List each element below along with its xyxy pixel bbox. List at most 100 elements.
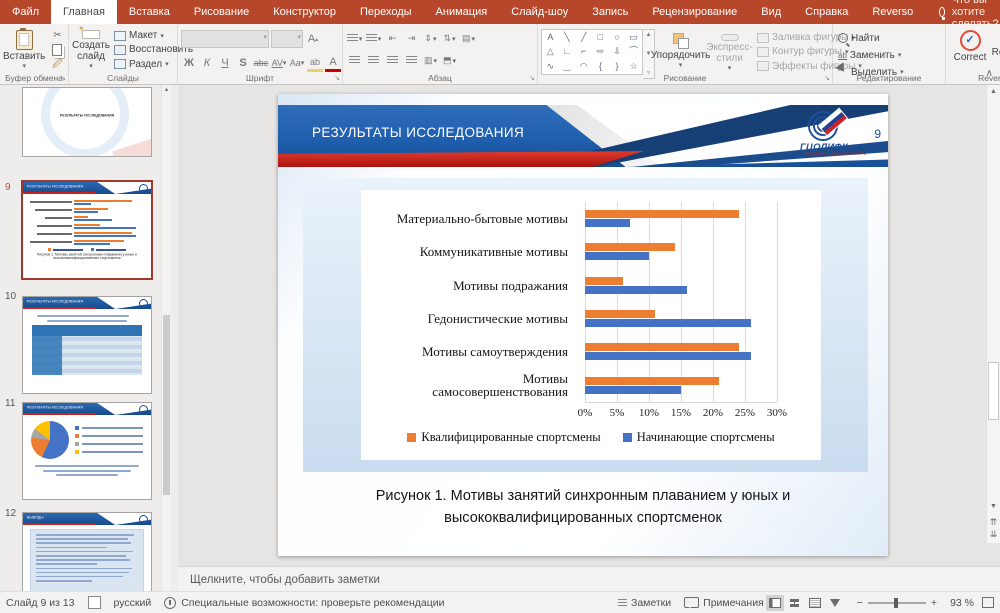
ribbon-tab[interactable]: Запись: [580, 0, 640, 24]
scrollbar-thumb[interactable]: [988, 362, 999, 420]
zoom-slider-thumb[interactable]: [894, 598, 898, 608]
highlight-color-button[interactable]: ab: [307, 54, 323, 72]
columns-button[interactable]: ▥▾: [422, 53, 439, 68]
reading-view-button[interactable]: [806, 595, 824, 611]
notes-toggle[interactable]: Заметки: [618, 597, 671, 609]
scrollbar-thumb[interactable]: [163, 315, 170, 495]
slide-thumbnail-12[interactable]: ВЫВОДЫ: [22, 512, 152, 592]
reverso-correct-button[interactable]: ✓ Correct: [949, 27, 991, 71]
ribbon-tab[interactable]: Reverso: [860, 0, 925, 24]
strikethrough-button[interactable]: abc: [253, 56, 269, 71]
character-spacing-button[interactable]: AV▾: [271, 56, 287, 71]
reverso-rephraser-button[interactable]: Rephraser: [993, 27, 1000, 71]
figure-caption[interactable]: Рисунок 1. Мотивы занятий синхронным пла…: [333, 486, 833, 530]
shape-glyph-icon[interactable]: ‿: [563, 62, 570, 71]
ribbon-tab[interactable]: Анимация: [424, 0, 500, 24]
shape-glyph-icon[interactable]: ☆: [630, 62, 638, 71]
format-painter-button[interactable]: 🖉: [47, 59, 67, 72]
collapse-ribbon-button[interactable]: ∧: [986, 68, 993, 79]
new-slide-button[interactable]: Создать слайд ▾: [72, 27, 110, 71]
arrange-button[interactable]: Упорядочить ▾: [657, 29, 704, 73]
ribbon-tab[interactable]: Рисование: [182, 0, 261, 24]
thumbnail-panel-scrollbar[interactable]: ▲: [161, 85, 171, 592]
italic-button[interactable]: К: [199, 56, 215, 71]
slideshow-button[interactable]: [826, 595, 844, 611]
previous-slide-button[interactable]: ⇈: [987, 517, 1000, 528]
shadow-button[interactable]: S: [235, 56, 251, 71]
accessibility-status[interactable]: Специальные возможности: проверьте реком…: [181, 597, 444, 609]
normal-view-button[interactable]: [766, 595, 784, 611]
shape-glyph-icon[interactable]: ▭: [629, 33, 638, 42]
fit-slide-to-window-button[interactable]: [982, 597, 994, 608]
ribbon-tab[interactable]: Конструктор: [261, 0, 348, 24]
convert-smartart-button[interactable]: ⬒▾: [441, 53, 458, 68]
ribbon-tab[interactable]: Переходы: [348, 0, 424, 24]
scroll-up-icon[interactable]: ▲: [162, 87, 171, 93]
clipboard-dialog-launcher[interactable]: ↘: [60, 74, 66, 82]
slide-thumbnail-8[interactable]: РЕЗУЛЬТАТЫ ИССЛЕДОВАНИЯ: [22, 87, 152, 157]
grow-font-button[interactable]: А▴: [305, 32, 321, 47]
font-size-select[interactable]: [271, 30, 303, 48]
bold-button[interactable]: Ж: [181, 56, 197, 71]
paste-button[interactable]: Вставить ▾: [3, 27, 45, 71]
zoom-in-button[interactable]: +: [931, 597, 937, 609]
slide-thumbnail-10[interactable]: РЕЗУЛЬТАТЫ ИССЛЕДОВАНИЯ: [22, 296, 152, 394]
font-name-select[interactable]: [181, 30, 269, 48]
shape-glyph-icon[interactable]: ╲: [564, 33, 569, 42]
slide-thumbnail-11[interactable]: РЕЗУЛЬТАТЫ ИССЛЕДОВАНИЯ: [22, 402, 152, 500]
shape-glyph-icon[interactable]: ○: [614, 33, 619, 42]
decrease-indent-button[interactable]: ⇤: [384, 31, 401, 46]
bullets-button[interactable]: ▾: [346, 31, 363, 46]
shape-glyph-icon[interactable]: □: [598, 33, 603, 42]
shape-glyph-icon[interactable]: ◠: [580, 62, 588, 71]
quick-styles-button[interactable]: Экспресс-стили ▾: [706, 29, 753, 73]
underline-button[interactable]: Ч: [217, 56, 233, 71]
ribbon-tab[interactable]: Справка: [793, 0, 860, 24]
change-case-button[interactable]: Aa▾: [289, 56, 305, 71]
paragraph-dialog-launcher[interactable]: ↘: [529, 74, 535, 82]
notes-pane[interactable]: Щелкните, чтобы добавить заметки: [178, 566, 1000, 593]
scroll-down-icon[interactable]: ▼: [987, 503, 1000, 510]
numbering-button[interactable]: ▾: [365, 31, 382, 46]
ribbon-tab[interactable]: Слайд-шоу: [499, 0, 580, 24]
text-direction-button[interactable]: ⇅▾: [441, 31, 458, 46]
ribbon-tab[interactable]: Главная: [51, 0, 117, 24]
font-dialog-launcher[interactable]: ↘: [334, 74, 340, 82]
slide-9-editor[interactable]: РЕЗУЛЬТАТЫ ИССЛЕДОВАНИЯ ГЦОЛИФК РОССИЙСК…: [278, 94, 888, 556]
cut-button[interactable]: ✂: [47, 30, 67, 41]
zoom-slider[interactable]: [868, 602, 926, 604]
shape-glyph-icon[interactable]: ∟: [563, 47, 572, 56]
shape-glyph-icon[interactable]: ∿: [547, 62, 555, 71]
slide-sorter-view-button[interactable]: [786, 595, 804, 611]
drawing-dialog-launcher[interactable]: ↘: [824, 74, 830, 82]
shape-glyph-icon[interactable]: ⇩: [613, 47, 621, 56]
font-color-button[interactable]: А: [325, 54, 341, 72]
align-right-button[interactable]: [384, 53, 401, 68]
shape-glyph-icon[interactable]: ⌐: [581, 47, 586, 56]
justify-button[interactable]: [403, 53, 420, 68]
shape-glyph-icon[interactable]: △: [547, 47, 554, 56]
ribbon-tab[interactable]: Файл: [0, 0, 51, 24]
display-settings-icon[interactable]: [88, 596, 101, 609]
copy-button[interactable]: [47, 44, 67, 56]
ribbon-tab[interactable]: Рецензирование: [640, 0, 749, 24]
align-center-button[interactable]: [365, 53, 382, 68]
shape-textbox-icon[interactable]: A: [547, 33, 553, 42]
replace-button[interactable]: abЗаменить▾: [836, 48, 942, 62]
main-vertical-scrollbar[interactable]: ▲ ▼ ⇈ ⇊: [986, 85, 1000, 543]
scroll-up-icon[interactable]: ▲: [987, 88, 1000, 95]
shape-glyph-icon[interactable]: {: [599, 62, 602, 71]
align-left-button[interactable]: [346, 53, 363, 68]
ribbon-tab[interactable]: Вставка: [117, 0, 182, 24]
zoom-level[interactable]: 93 %: [950, 597, 974, 609]
shapes-gallery[interactable]: A ╲ ╱ □ ○ ▭ △ ∟ ⌐ ⇨ ⇩ ⌒ ∿ ‿ ◠ {} ☆: [541, 29, 643, 75]
shape-glyph-icon[interactable]: ⌒: [629, 47, 638, 56]
shape-glyph-icon[interactable]: }: [615, 62, 618, 71]
increase-indent-button[interactable]: ⇥: [403, 31, 420, 46]
slide-thumbnail-9[interactable]: РЕЗУЛЬТАТЫ ИССЛЕДОВАНИЯ Рисунок 1. Мотив…: [21, 180, 153, 280]
shape-glyph-icon[interactable]: ⇨: [597, 47, 605, 56]
shape-glyph-icon[interactable]: ╱: [581, 33, 586, 42]
line-spacing-button[interactable]: ⇕▾: [422, 31, 439, 46]
chart-object[interactable]: Материально-бытовые мотивыКоммуникативны…: [303, 178, 868, 472]
comments-toggle[interactable]: Примечания: [684, 597, 764, 609]
